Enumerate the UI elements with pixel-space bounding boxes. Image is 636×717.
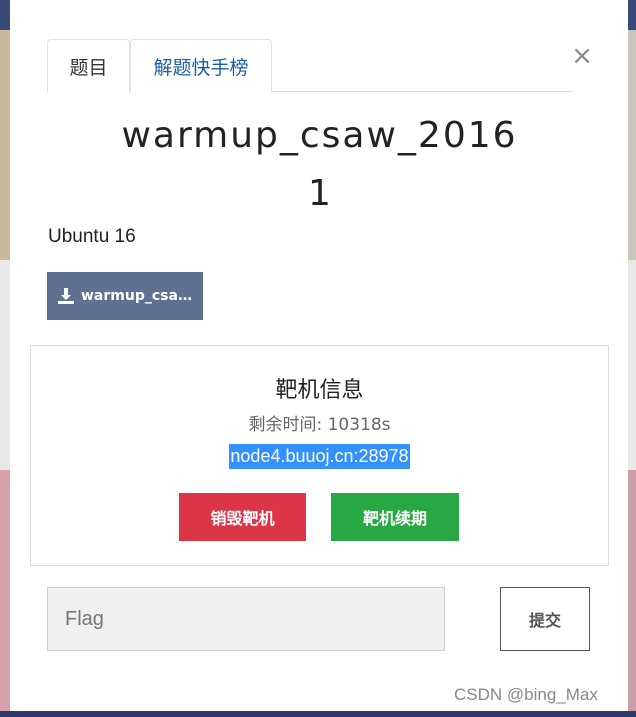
- renew-target-button[interactable]: 靶机续期: [331, 493, 459, 541]
- challenge-title: warmup_csaw_2016: [121, 115, 518, 156]
- flag-input[interactable]: [47, 587, 445, 651]
- background-left-strip: [0, 0, 10, 717]
- background-bottom-strip: [0, 711, 636, 717]
- destroy-target-button[interactable]: 销毁靶机: [179, 493, 306, 541]
- background-right-strip: [628, 0, 636, 717]
- target-host[interactable]: node4.buuoj.cn:28978: [229, 444, 410, 469]
- challenge-modal: 题目 解题快手榜 × warmup_csaw_2016 1 Ubuntu 16 …: [10, 0, 628, 711]
- close-icon[interactable]: ×: [569, 42, 595, 70]
- download-label: warmup_csaw_2016: [81, 288, 193, 304]
- remaining-time: 剩余时间: 10318s: [248, 415, 391, 435]
- tab-bar: 题目 解题快手榜: [47, 39, 572, 93]
- tab-solves[interactable]: 解题快手榜: [130, 39, 272, 92]
- target-info-panel: 靶机信息 剩余时间: 10318s node4.buuoj.cn:28978 销…: [30, 345, 609, 566]
- tab-challenge[interactable]: 题目: [47, 39, 130, 93]
- download-button[interactable]: warmup_csaw_2016: [47, 272, 203, 320]
- challenge-description: Ubuntu 16: [48, 226, 136, 247]
- watermark: CSDN @bing_Max: [454, 685, 598, 704]
- submit-button[interactable]: 提交: [500, 587, 590, 651]
- challenge-title-value: 1: [308, 173, 331, 214]
- download-icon: [58, 288, 74, 304]
- panel-title: 靶机信息: [275, 378, 364, 403]
